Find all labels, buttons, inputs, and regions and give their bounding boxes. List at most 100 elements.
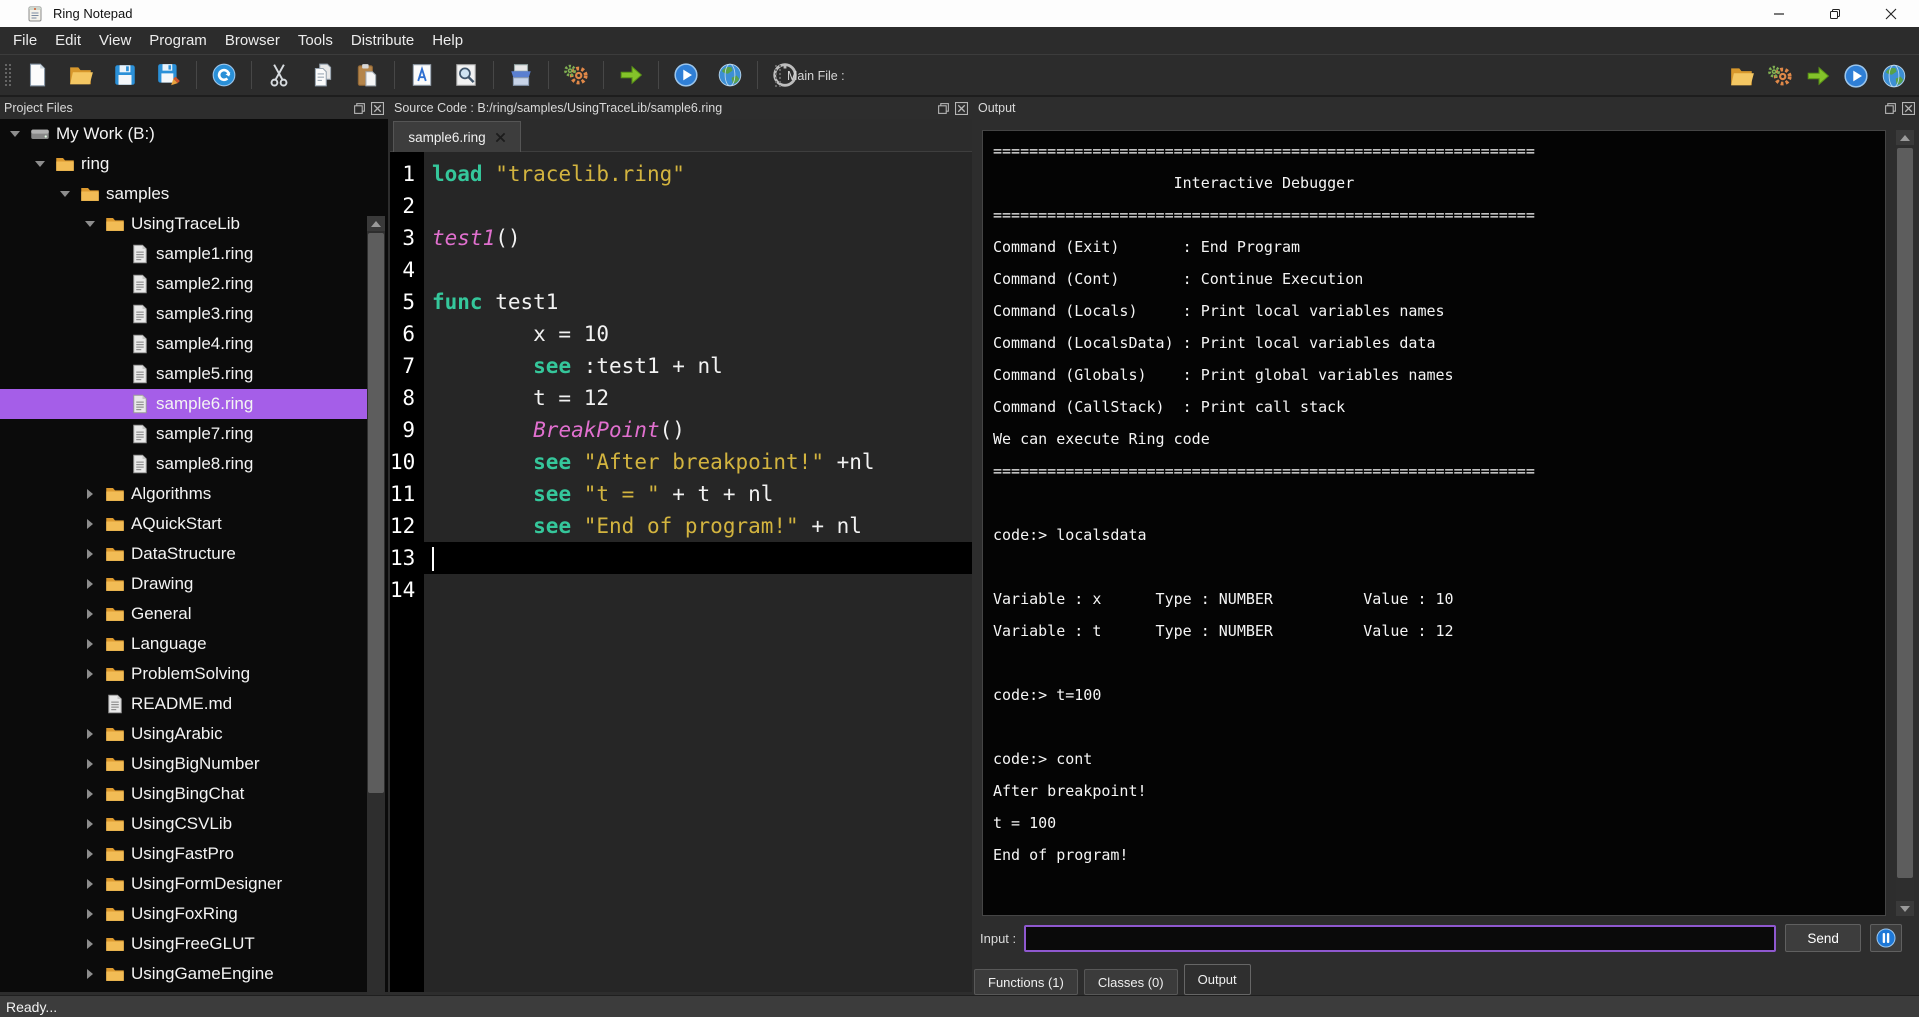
chevron-collapsed-icon[interactable] <box>83 667 97 681</box>
tab-classes-0[interactable]: Classes (0) <box>1084 969 1178 995</box>
close-button[interactable] <box>1863 0 1919 27</box>
float-panel-icon[interactable] <box>353 102 366 115</box>
code-line-13[interactable] <box>424 542 972 574</box>
tree-item-sample5-ring[interactable]: sample5.ring <box>0 359 368 389</box>
chevron-collapsed-icon[interactable] <box>83 787 97 801</box>
chevron-collapsed-icon[interactable] <box>83 907 97 921</box>
menu-item-distribute[interactable]: Distribute <box>342 28 423 53</box>
tree-item-usingbingchat[interactable]: UsingBingChat <box>0 779 368 809</box>
console-scrollbar[interactable] <box>1896 130 1914 916</box>
reload-button[interactable] <box>207 58 241 92</box>
open-file-button[interactable] <box>64 58 98 92</box>
maximize-button[interactable] <box>1807 0 1863 27</box>
tree-item-usingbignumber[interactable]: UsingBigNumber <box>0 749 368 779</box>
tree-item-sample8-ring[interactable]: sample8.ring <box>0 449 368 479</box>
scrollbar-thumb[interactable] <box>1897 148 1913 878</box>
tab-functions-1[interactable]: Functions (1) <box>974 969 1078 995</box>
editor-code[interactable]: load "tracelib.ring"test1()func test1 x … <box>424 152 972 992</box>
code-line-11[interactable]: see "t = " + t + nl <box>424 478 972 510</box>
tree-item-sample6-ring[interactable]: sample6.ring <box>0 389 368 419</box>
toolbar-grip[interactable] <box>4 63 11 87</box>
menu-item-edit[interactable]: Edit <box>46 28 90 53</box>
chevron-collapsed-icon[interactable] <box>83 637 97 651</box>
settings-button[interactable] <box>559 58 593 92</box>
close-panel-icon[interactable] <box>1902 102 1915 115</box>
debugger-console[interactable]: ========================================… <box>982 130 1886 916</box>
chevron-collapsed-icon[interactable] <box>83 547 97 561</box>
scroll-up-icon[interactable] <box>1896 130 1914 145</box>
tree-item-usingfreeglut[interactable]: UsingFreeGLUT <box>0 929 368 959</box>
tree-item-readme-md[interactable]: README.md <box>0 689 368 719</box>
tab-sample6-ring[interactable]: sample6.ring <box>393 121 521 152</box>
chevron-collapsed-icon[interactable] <box>83 757 97 771</box>
chevron-collapsed-icon[interactable] <box>83 877 97 891</box>
cut-button[interactable] <box>262 58 296 92</box>
chevron-collapsed-icon[interactable] <box>83 607 97 621</box>
float-panel-icon[interactable] <box>937 102 950 115</box>
chevron-expanded-icon[interactable] <box>58 187 72 201</box>
chevron-collapsed-icon[interactable] <box>83 517 97 531</box>
tab-output[interactable]: Output <box>1184 964 1251 995</box>
tree-item-general[interactable]: General <box>0 599 368 629</box>
run-main-button[interactable] <box>1840 59 1872 93</box>
tree-item-algorithms[interactable]: Algorithms <box>0 479 368 509</box>
tree-item-sample3-ring[interactable]: sample3.ring <box>0 299 368 329</box>
code-line-12[interactable]: see "End of program!" + nl <box>424 510 972 542</box>
code-line-7[interactable]: see :test1 + nl <box>424 350 972 382</box>
tree-item-drawing[interactable]: Drawing <box>0 569 368 599</box>
open-main-file-button[interactable] <box>1726 59 1758 93</box>
print-button[interactable] <box>504 58 538 92</box>
chevron-collapsed-icon[interactable] <box>83 937 97 951</box>
run-gui-button[interactable] <box>713 58 747 92</box>
save-button[interactable] <box>108 58 142 92</box>
code-line-5[interactable]: func test1 <box>424 286 972 318</box>
chevron-collapsed-icon[interactable] <box>83 817 97 831</box>
float-panel-icon[interactable] <box>1884 102 1897 115</box>
tree-item-sample7-ring[interactable]: sample7.ring <box>0 419 368 449</box>
tree-item-usingfastpro[interactable]: UsingFastPro <box>0 839 368 869</box>
close-panel-icon[interactable] <box>371 102 384 115</box>
scroll-up-icon[interactable] <box>367 216 385 231</box>
scroll-down-icon[interactable] <box>1896 901 1914 916</box>
chevron-expanded-icon[interactable] <box>83 217 97 231</box>
tree-item-ring[interactable]: ring <box>0 149 368 179</box>
tree-item-language[interactable]: Language <box>0 629 368 659</box>
project-tree-scrollbar[interactable] <box>367 216 385 1017</box>
code-line-4[interactable] <box>424 254 972 286</box>
tree-item-my-work-b[interactable]: My Work (B:) <box>0 119 368 149</box>
goto-button[interactable] <box>614 58 648 92</box>
code-line-14[interactable] <box>424 574 972 606</box>
tree-item-problemsolving[interactable]: ProblemSolving <box>0 659 368 689</box>
font-button[interactable] <box>405 58 439 92</box>
scrollbar-thumb[interactable] <box>368 233 384 793</box>
menu-item-program[interactable]: Program <box>140 28 216 53</box>
menu-item-file[interactable]: File <box>4 28 46 53</box>
run-main-gui-button[interactable] <box>1878 59 1910 93</box>
code-line-1[interactable]: load "tracelib.ring" <box>424 158 972 190</box>
save-as-button[interactable] <box>152 58 186 92</box>
minimize-button[interactable] <box>1751 0 1807 27</box>
chevron-collapsed-icon[interactable] <box>83 967 97 981</box>
run-button[interactable] <box>669 58 703 92</box>
menu-item-help[interactable]: Help <box>423 28 472 53</box>
chevron-expanded-icon[interactable] <box>8 127 22 141</box>
tree-item-samples[interactable]: samples <box>0 179 368 209</box>
tree-item-aquickstart[interactable]: AQuickStart <box>0 509 368 539</box>
tree-item-usingformdesigner[interactable]: UsingFormDesigner <box>0 869 368 899</box>
menu-item-view[interactable]: View <box>90 28 140 53</box>
chevron-expanded-icon[interactable] <box>33 157 47 171</box>
tree-item-usingfoxring[interactable]: UsingFoxRing <box>0 899 368 929</box>
tree-item-sample1-ring[interactable]: sample1.ring <box>0 239 368 269</box>
main-file-grip[interactable] <box>774 64 781 88</box>
chevron-collapsed-icon[interactable] <box>83 487 97 501</box>
debugger-input[interactable] <box>1024 925 1776 952</box>
chevron-collapsed-icon[interactable] <box>83 847 97 861</box>
close-panel-icon[interactable] <box>955 102 968 115</box>
goto-main-file-button[interactable] <box>1802 59 1834 93</box>
code-editor[interactable]: 1234567891011121314 load "tracelib.ring"… <box>390 152 972 992</box>
code-line-2[interactable] <box>424 190 972 222</box>
chevron-collapsed-icon[interactable] <box>83 577 97 591</box>
tree-item-usingcsvlib[interactable]: UsingCSVLib <box>0 809 368 839</box>
tree-item-sample2-ring[interactable]: sample2.ring <box>0 269 368 299</box>
find-button[interactable] <box>449 58 483 92</box>
